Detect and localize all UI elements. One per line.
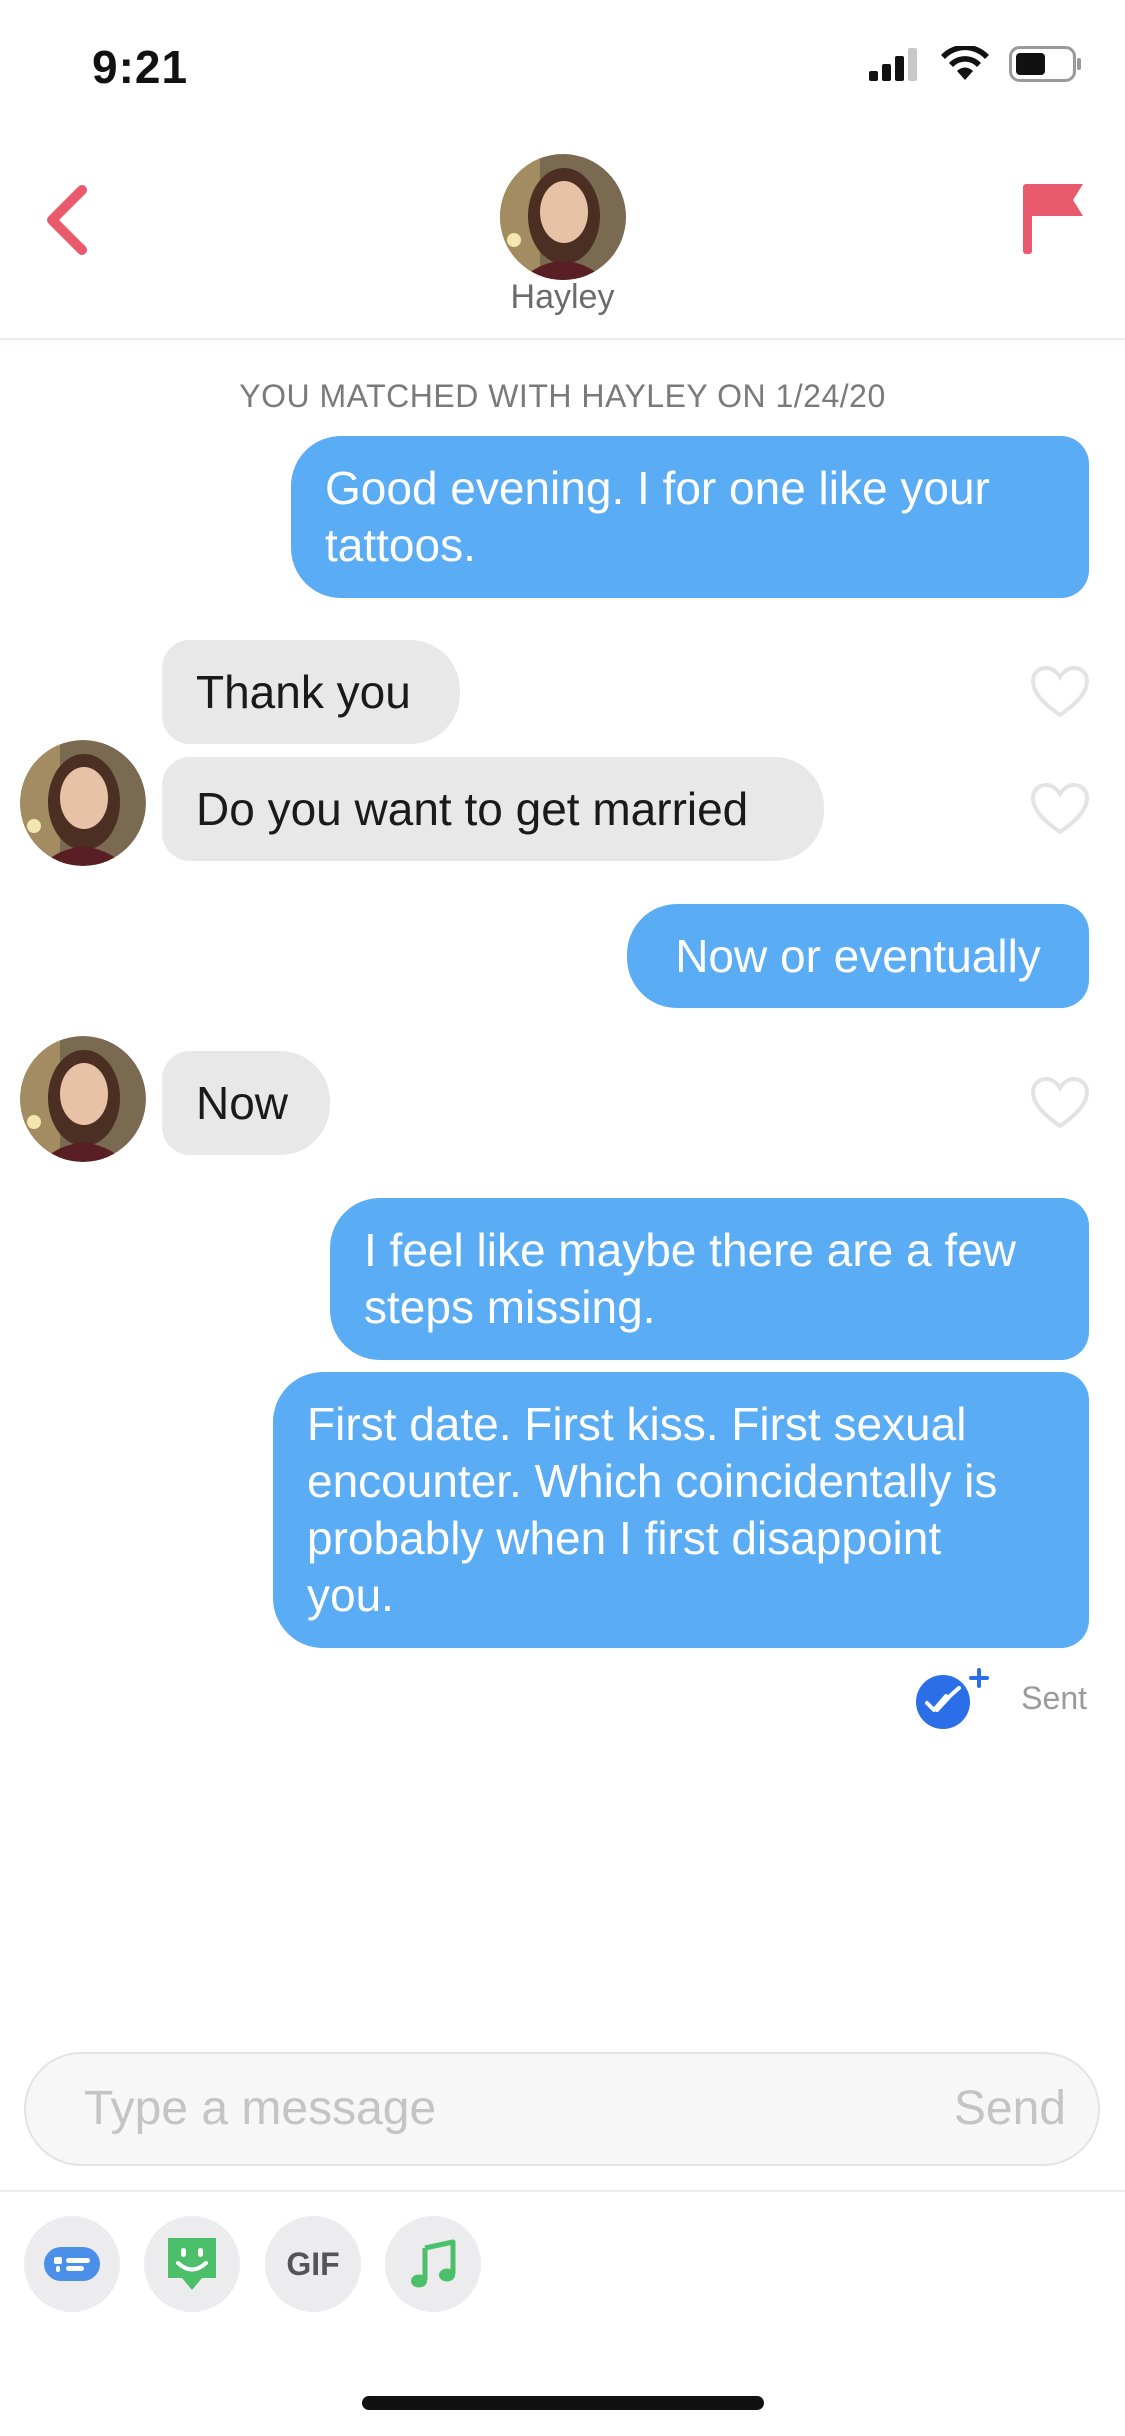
message-text: Do you want to get married	[196, 782, 749, 835]
read-receipt-icon[interactable]	[913, 1666, 997, 1730]
outgoing-message[interactable]: Now or eventually	[627, 904, 1089, 1008]
incoming-message[interactable]: Do you want to get married	[162, 757, 824, 861]
report-flag-icon[interactable]	[1017, 178, 1087, 258]
message-text-line: tattoos.	[325, 519, 476, 571]
match-name[interactable]: Hayley	[0, 278, 1125, 317]
divider	[0, 2190, 1125, 2192]
battery-icon	[1009, 46, 1081, 82]
avatar[interactable]	[20, 740, 146, 866]
chat-header: 9:21 Hayley	[0, 0, 1125, 340]
bitmoji-button[interactable]	[24, 2216, 120, 2312]
message-composer[interactable]: Type a message Send	[24, 2052, 1100, 2166]
wifi-icon	[941, 46, 989, 80]
incoming-message[interactable]: Now	[162, 1051, 330, 1155]
message-input[interactable]: Type a message	[84, 2054, 436, 2164]
signal-icon	[869, 48, 917, 81]
sent-label: Sent	[1021, 1679, 1087, 1716]
sticker-icon	[168, 2238, 216, 2290]
outgoing-message[interactable]: I feel like maybe there are a few steps …	[330, 1198, 1089, 1360]
gif-label: GIF	[286, 2245, 340, 2282]
message-text: Now or eventually	[675, 929, 1041, 982]
message-text: Now	[196, 1076, 289, 1129]
message-text-line: I feel like maybe there are a few	[364, 1224, 1016, 1276]
delivery-status: Sent	[913, 1666, 1087, 1730]
gif-button[interactable]: GIF	[265, 2216, 361, 2312]
message-text-line: Good evening. I for one like your	[325, 462, 990, 514]
chat-screen: 9:21 Hayley YOU MATCHED WITH HAYLEY ON 1…	[0, 0, 1125, 2436]
music-note-icon	[411, 2239, 456, 2288]
message-text: Thank you	[196, 665, 411, 718]
message-text-line: you.	[307, 1569, 394, 1621]
outgoing-message[interactable]: Good evening. I for one like your tattoo…	[291, 436, 1089, 598]
message-text-line: probably when I first disappoint	[307, 1512, 942, 1564]
music-button[interactable]	[385, 2216, 481, 2312]
match-banner: YOU MATCHED WITH HAYLEY ON 1/24/20	[239, 378, 886, 414]
like-heart-icon[interactable]	[1030, 782, 1090, 836]
avatar[interactable]	[500, 154, 626, 280]
back-button[interactable]	[38, 180, 98, 260]
send-button[interactable]: Send	[954, 2054, 1066, 2164]
sticker-button[interactable]	[144, 2216, 240, 2312]
status-icons	[869, 46, 1083, 82]
avatar[interactable]	[20, 1036, 146, 1162]
home-indicator[interactable]	[362, 2396, 764, 2410]
status-time: 9:21	[92, 41, 189, 93]
message-text-line: encounter. Which coincidentally is	[307, 1455, 998, 1507]
like-heart-icon[interactable]	[1030, 1076, 1090, 1130]
message-text-line: steps missing.	[364, 1281, 656, 1333]
message-text-line: First date. First kiss. First sexual	[307, 1398, 967, 1450]
like-heart-icon[interactable]	[1030, 665, 1090, 719]
outgoing-message[interactable]: First date. First kiss. First sexual enc…	[273, 1372, 1089, 1648]
keyboard-card-icon	[44, 2247, 100, 2281]
incoming-message[interactable]: Thank you	[162, 640, 460, 744]
